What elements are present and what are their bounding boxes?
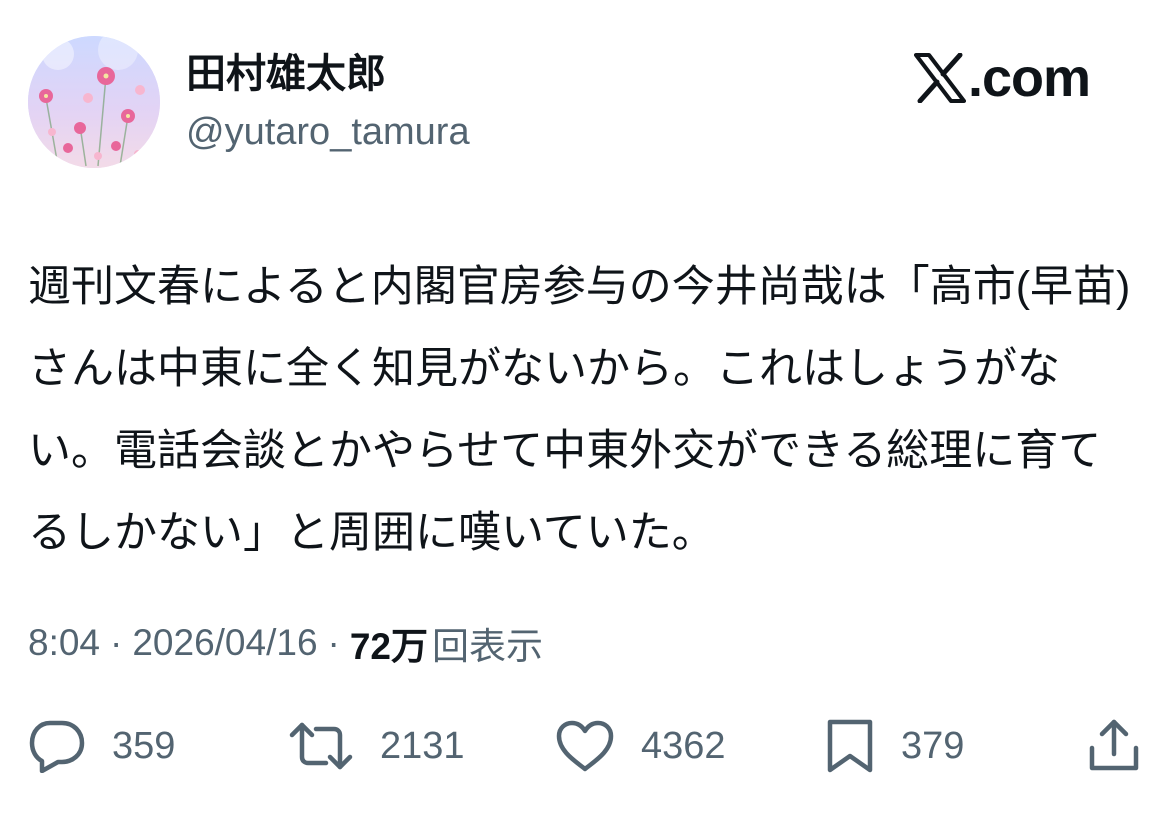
x-logo-icon	[914, 53, 966, 103]
tweet-date[interactable]: 2026/04/16	[132, 622, 317, 664]
like-count: 4362	[641, 724, 726, 767]
author-display-name[interactable]: 田村雄太郎	[186, 48, 386, 100]
share-icon	[1089, 719, 1139, 771]
heart-icon	[556, 720, 614, 772]
retweet-icon	[289, 722, 353, 770]
author-handle[interactable]: @yutaro_tamura	[186, 108, 470, 156]
like-button[interactable]: 4362	[555, 716, 726, 776]
bookmark-count: 379	[901, 724, 965, 767]
tweet-meta: 8:04 · 2026/04/16 · 72万 回表示	[28, 615, 543, 671]
retweet-button[interactable]: 2131	[288, 716, 465, 776]
brand-x-com: .com	[914, 48, 1091, 108]
views-label: 回表示	[432, 626, 544, 667]
reply-icon	[29, 720, 85, 773]
bookmark-icon	[827, 719, 873, 773]
action-bar: 359 2131 4362 379	[28, 716, 1142, 776]
bookmark-button[interactable]: 379	[825, 716, 964, 776]
reply-count: 359	[112, 724, 176, 767]
views-count: 72万	[349, 626, 429, 667]
tweet-time[interactable]: 8:04	[28, 622, 100, 664]
share-button[interactable]	[1086, 716, 1142, 776]
brand-domain-text: .com	[968, 48, 1091, 108]
avatar[interactable]	[28, 36, 160, 168]
reply-button[interactable]: 359	[28, 716, 175, 776]
retweet-count: 2131	[380, 724, 465, 767]
meta-separator: ·	[110, 622, 123, 663]
avatar-image	[28, 36, 160, 168]
meta-separator: ·	[327, 622, 340, 663]
tweet-text: 週刊文春によると内閣官房参与の今井尚哉は「高市(早苗)さんは中東に全く知見がない…	[28, 263, 1131, 557]
